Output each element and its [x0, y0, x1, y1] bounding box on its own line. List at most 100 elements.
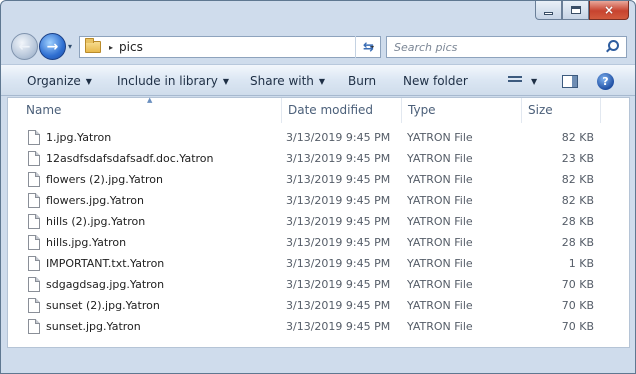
file-date: 3/13/2019 9:45 PM	[286, 236, 391, 249]
file-type: YATRON File	[407, 194, 473, 207]
file-size: 70 KB	[561, 320, 594, 333]
forward-button[interactable]: →	[39, 33, 66, 60]
recent-pages-dropdown[interactable]: ▾	[68, 42, 72, 51]
file-type: YATRON File	[407, 236, 473, 249]
minimize-button[interactable]	[535, 1, 562, 20]
file-date: 3/13/2019 9:45 PM	[286, 278, 391, 291]
breadcrumb-current-folder[interactable]: pics	[119, 40, 143, 54]
file-size: 28 KB	[561, 236, 594, 249]
search-input[interactable]	[387, 38, 605, 56]
column-header-size[interactable]: Size	[522, 98, 601, 123]
minimize-icon	[544, 11, 553, 15]
file-date: 3/13/2019 9:45 PM	[286, 152, 391, 165]
burn-label: Burn	[348, 74, 377, 88]
forward-arrow-icon: →	[46, 38, 59, 55]
maximize-button[interactable]	[562, 1, 589, 20]
folder-icon	[85, 38, 101, 53]
close-button[interactable]: ×	[589, 1, 629, 20]
maximize-icon	[570, 6, 581, 14]
file-name: hills (2).jpg.Yatron	[46, 215, 146, 228]
file-date: 3/13/2019 9:45 PM	[286, 299, 391, 312]
column-header-date-modified[interactable]: Date modified	[282, 98, 402, 123]
file-size: 82 KB	[561, 173, 594, 186]
change-view-icon[interactable]	[508, 76, 522, 86]
file-icon	[28, 319, 40, 334]
file-size: 28 KB	[561, 215, 594, 228]
column-header-name[interactable]: Name	[8, 98, 282, 123]
chevron-down-icon: ▼	[85, 77, 92, 86]
file-size: 23 KB	[561, 152, 594, 165]
file-type: YATRON File	[407, 173, 473, 186]
file-row[interactable]: hills.jpg.Yatron 3/13/2019 9:45 PM YATRO…	[8, 232, 629, 253]
new-folder-label: New folder	[403, 74, 468, 88]
address-bar[interactable]: ▸ pics ▾	[79, 36, 381, 58]
navigation-bar: ← → ▾ ▸ pics ▾ ⇆	[1, 29, 635, 63]
file-name: 12asdfsdafsdafsadf.doc.Yatron	[46, 152, 214, 165]
search-icon[interactable]	[605, 40, 619, 54]
refresh-button[interactable]: ⇆	[355, 36, 381, 58]
file-icon	[28, 172, 40, 187]
file-icon	[28, 298, 40, 313]
file-name: sdgagdsag.jpg.Yatron	[46, 278, 165, 291]
file-icon	[28, 193, 40, 208]
include-in-library-label: Include in library	[117, 74, 218, 88]
new-folder-button[interactable]: New folder	[403, 74, 468, 88]
file-icon	[28, 130, 40, 145]
file-row[interactable]: 12asdfsdafsdafsadf.doc.Yatron 3/13/2019 …	[8, 148, 629, 169]
file-row[interactable]: flowers (2).jpg.Yatron 3/13/2019 9:45 PM…	[8, 169, 629, 190]
file-icon	[28, 256, 40, 271]
details-pane	[1, 349, 635, 373]
file-row[interactable]: 1.jpg.Yatron 3/13/2019 9:45 PM YATRON Fi…	[8, 127, 629, 148]
file-size: 70 KB	[561, 278, 594, 291]
file-row[interactable]: flowers.jpg.Yatron 3/13/2019 9:45 PM YAT…	[8, 190, 629, 211]
file-name: sunset (2).jpg.Yatron	[46, 299, 160, 312]
column-header-type[interactable]: Type	[402, 98, 522, 123]
file-date: 3/13/2019 9:45 PM	[286, 131, 391, 144]
search-box[interactable]	[386, 36, 627, 58]
file-list-pane: ▲ Name Date modified Type Size 1.jpg.Yat…	[7, 96, 630, 348]
file-icon	[28, 277, 40, 292]
organize-button[interactable]: Organize ▼	[27, 74, 92, 88]
caption-buttons: ×	[535, 1, 629, 22]
file-size: 1 KB	[568, 257, 594, 270]
file-type: YATRON File	[407, 152, 473, 165]
include-in-library-button[interactable]: Include in library ▼	[117, 74, 229, 88]
file-row[interactable]: sunset.jpg.Yatron 3/13/2019 9:45 PM YATR…	[8, 316, 629, 337]
file-type: YATRON File	[407, 131, 473, 144]
file-date: 3/13/2019 9:45 PM	[286, 194, 391, 207]
chevron-down-icon: ▼	[318, 77, 326, 86]
file-size: 82 KB	[561, 131, 594, 144]
file-date: 3/13/2019 9:45 PM	[286, 320, 391, 333]
command-bar: Organize ▼ Include in library ▼ Share with…	[1, 64, 635, 96]
share-with-label: Share with	[250, 74, 314, 88]
share-with-button[interactable]: Share with ▼	[250, 74, 325, 88]
close-icon: ×	[603, 3, 615, 17]
refresh-icon: ⇆	[363, 39, 374, 55]
file-row[interactable]: sdgagdsag.jpg.Yatron 3/13/2019 9:45 PM Y…	[8, 274, 629, 295]
explorer-window: × ← → ▾ ▸ pics ▾ ⇆ Organize ▼ Include in …	[0, 0, 636, 374]
view-options-dropdown-icon[interactable]: ▼	[531, 77, 537, 86]
file-row[interactable]: sunset (2).jpg.Yatron 3/13/2019 9:45 PM …	[8, 295, 629, 316]
file-size: 82 KB	[561, 194, 594, 207]
file-type: YATRON File	[407, 278, 473, 291]
file-icon	[28, 214, 40, 229]
preview-pane-icon[interactable]	[562, 75, 578, 88]
file-type: YATRON File	[407, 215, 473, 228]
file-type: YATRON File	[407, 299, 473, 312]
file-type: YATRON File	[407, 257, 473, 270]
file-name: sunset.jpg.Yatron	[46, 320, 141, 333]
file-row[interactable]: IMPORTANT.txt.Yatron 3/13/2019 9:45 PM Y…	[8, 253, 629, 274]
burn-button[interactable]: Burn	[348, 74, 376, 88]
file-size: 70 KB	[561, 299, 594, 312]
breadcrumb-separator-icon[interactable]: ▸	[109, 43, 113, 52]
file-name: flowers.jpg.Yatron	[46, 194, 144, 207]
file-rows: 1.jpg.Yatron 3/13/2019 9:45 PM YATRON Fi…	[8, 127, 629, 337]
file-icon	[28, 151, 40, 166]
file-name: flowers (2).jpg.Yatron	[46, 173, 164, 186]
file-name: IMPORTANT.txt.Yatron	[46, 257, 165, 270]
file-date: 3/13/2019 9:45 PM	[286, 257, 391, 270]
file-name: 1.jpg.Yatron	[46, 131, 112, 144]
file-row[interactable]: hills (2).jpg.Yatron 3/13/2019 9:45 PM Y…	[8, 211, 629, 232]
help-icon[interactable]: ?	[597, 73, 614, 90]
back-button[interactable]: ←	[11, 33, 38, 60]
